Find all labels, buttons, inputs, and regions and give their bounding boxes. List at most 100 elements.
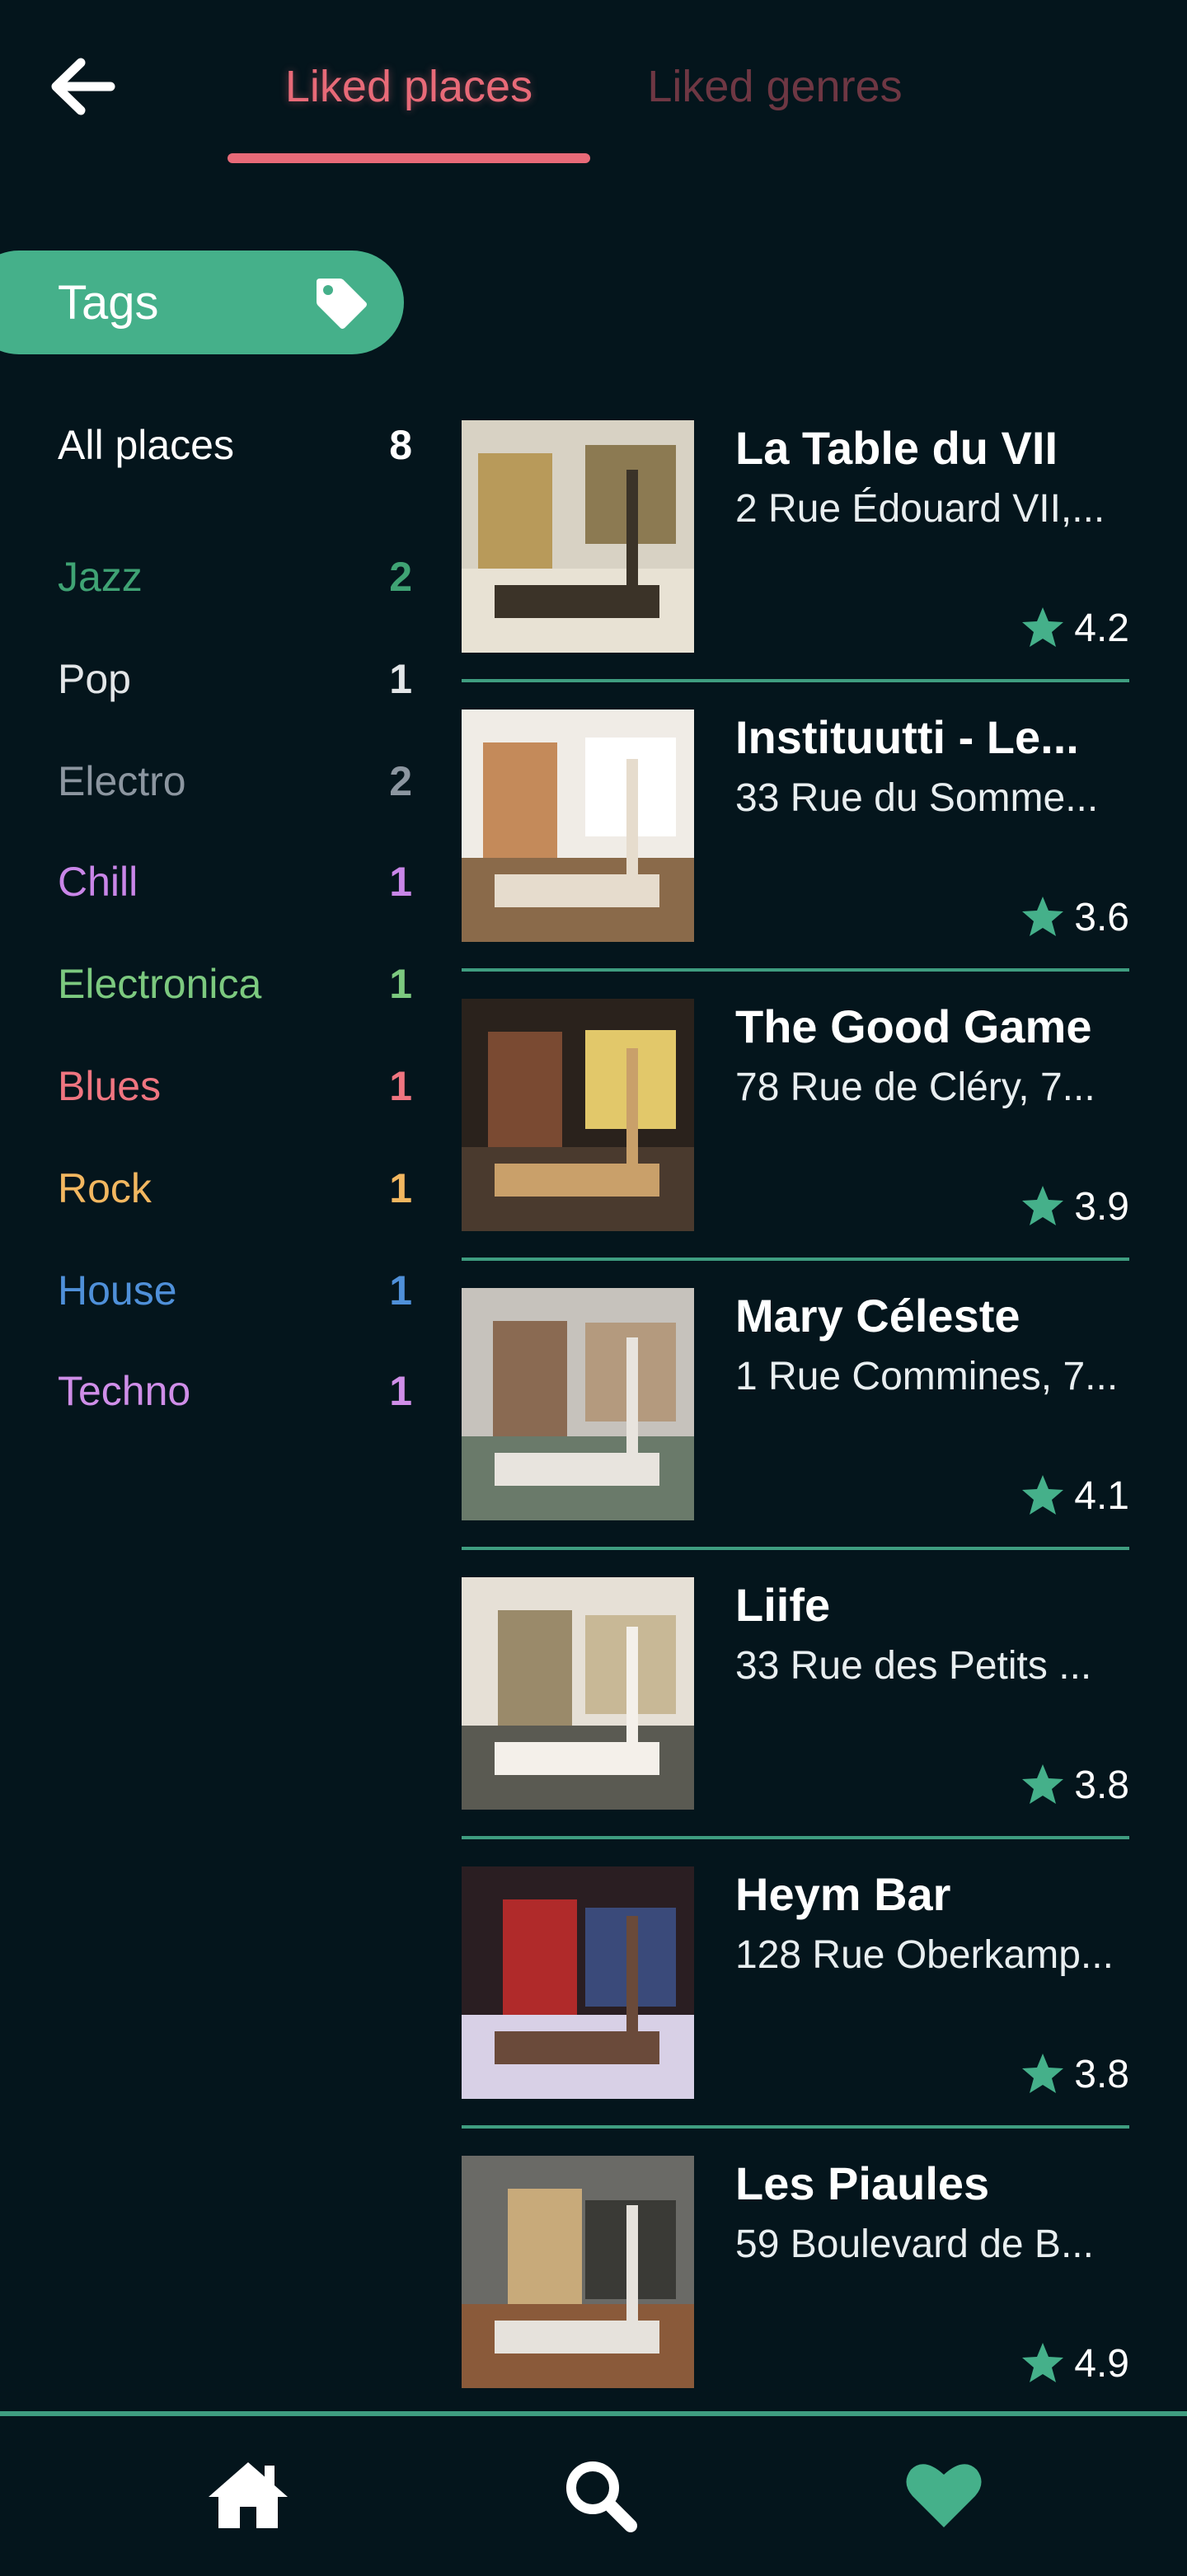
rating-value: 3.6 [1074,895,1129,939]
back-button[interactable] [41,49,124,124]
genre-item[interactable]: Electronica 1 [58,951,412,1017]
genre-label: Electro [58,758,186,804]
tab-liked-genres[interactable]: Liked genres [626,49,923,124]
genre-count: 1 [389,1267,412,1314]
tab-liked-places[interactable]: Liked places [228,49,590,124]
arrow-left-icon [51,58,115,115]
place-name: La Table du VII [735,422,1058,474]
home-icon [209,2462,288,2528]
place-address: 33 Rue du Somme... [735,776,1099,820]
genre-label: Jazz [58,554,143,600]
place-rating: 3.8 [1020,2049,1129,2099]
tags-header: Tags [0,251,404,354]
place-name: Heym Bar [735,1868,951,1920]
tags-label: Tags [58,275,159,330]
top-bar: Liked places Liked genres [0,0,1187,181]
place-address: 59 Boulevard de B... [735,2222,1094,2266]
place-thumbnail [462,999,694,1231]
tag-icon [317,279,367,329]
place-rating: 4.2 [1020,603,1129,653]
place-thumbnail [462,1577,694,1810]
divider [462,2125,1129,2129]
genre-label: Rock [58,1165,152,1211]
place-photo [462,1866,694,2099]
place-thumbnail [462,1866,694,2099]
star-icon [1022,1186,1064,1225]
place-thumbnail [462,710,694,942]
genre-label: Electronica [58,961,262,1007]
active-tab-indicator [228,153,590,163]
place-card[interactable]: La Table du VII 2 Rue Édouard VII,... 4.2 [462,420,1129,709]
heart-icon [906,2464,982,2527]
genre-item[interactable]: House 1 [58,1258,412,1323]
genre-count: 1 [389,1368,412,1414]
genre-count: 1 [389,859,412,905]
genre-count: 8 [389,422,412,468]
place-address: 2 Rue Édouard VII,... [735,487,1105,531]
genre-count: 2 [389,554,412,600]
place-name: Mary Céleste [735,1290,1020,1342]
place-card[interactable]: Mary Céleste 1 Rue Commines, 7... 4.1 [462,1288,1129,1576]
place-card[interactable]: The Good Game 78 Rue de Cléry, 7... 3.9 [462,999,1129,1287]
place-card[interactable]: Les Piaules 59 Boulevard de B... 4.9 [462,2156,1129,2444]
nav-search-button[interactable] [554,2449,645,2540]
place-thumbnail [462,2156,694,2388]
genre-all-places[interactable]: All places 8 [58,412,412,478]
genre-count: 1 [389,1063,412,1109]
place-address: 33 Rue des Petits ... [735,1644,1092,1688]
genre-label: House [58,1267,177,1314]
genre-item[interactable]: Techno 1 [58,1358,412,1424]
place-address: 78 Rue de Cléry, 7... [735,1066,1096,1109]
place-rating: 3.8 [1020,1760,1129,1810]
place-photo [462,999,694,1231]
place-card[interactable]: Liife 33 Rue des Petits ... 3.8 [462,1577,1129,1866]
place-name: The Good Game [735,1000,1092,1052]
star-icon [1022,2343,1064,2382]
place-name: Instituutti - Le... [735,711,1079,763]
genre-count: 2 [389,758,412,804]
genre-item[interactable]: Chill 1 [58,849,412,915]
place-card[interactable]: Instituutti - Le... 33 Rue du Somme... 3.6 [462,710,1129,998]
place-card[interactable]: Heym Bar 128 Rue Oberkamp... 3.8 [462,1866,1129,2155]
genre-count: 1 [389,961,412,1007]
bottom-navigation [0,2411,1187,2576]
place-photo [462,710,694,942]
search-icon [566,2461,637,2532]
place-photo [462,420,694,653]
genre-label: All places [58,422,234,468]
rating-value: 4.2 [1074,606,1129,650]
star-icon [1022,2054,1064,2093]
divider [462,1836,1129,1839]
genre-item[interactable]: Electro 2 [58,748,412,814]
place-rating: 4.9 [1020,2339,1129,2388]
star-icon [1022,897,1064,936]
place-name: Liife [735,1579,831,1631]
genre-item[interactable]: Rock 1 [58,1155,412,1221]
genre-item[interactable]: Jazz 2 [58,544,412,610]
rating-value: 4.9 [1074,2341,1129,2386]
place-address: 128 Rue Oberkamp... [735,1933,1114,1977]
divider [462,968,1129,972]
genre-count: 1 [389,656,412,702]
nav-favorites-button[interactable] [898,2449,989,2540]
star-icon [1022,1764,1064,1804]
place-photo [462,2156,694,2388]
place-thumbnail [462,420,694,653]
divider [462,1547,1129,1550]
genre-label: Blues [58,1063,162,1109]
divider [462,679,1129,682]
divider [462,1258,1129,1261]
place-rating: 4.1 [1020,1471,1129,1520]
place-thumbnail [462,1288,694,1520]
genre-item[interactable]: Pop 1 [58,646,412,712]
genre-label: Techno [58,1368,191,1414]
place-name: Les Piaules [735,2157,990,2209]
star-icon [1022,1475,1064,1515]
genre-label: Chill [58,859,138,905]
place-photo [462,1288,694,1520]
rating-value: 3.8 [1074,2052,1129,2096]
rating-value: 3.9 [1074,1184,1129,1229]
place-photo [462,1577,694,1810]
genre-item[interactable]: Blues 1 [58,1053,412,1119]
nav-home-button[interactable] [203,2449,293,2540]
